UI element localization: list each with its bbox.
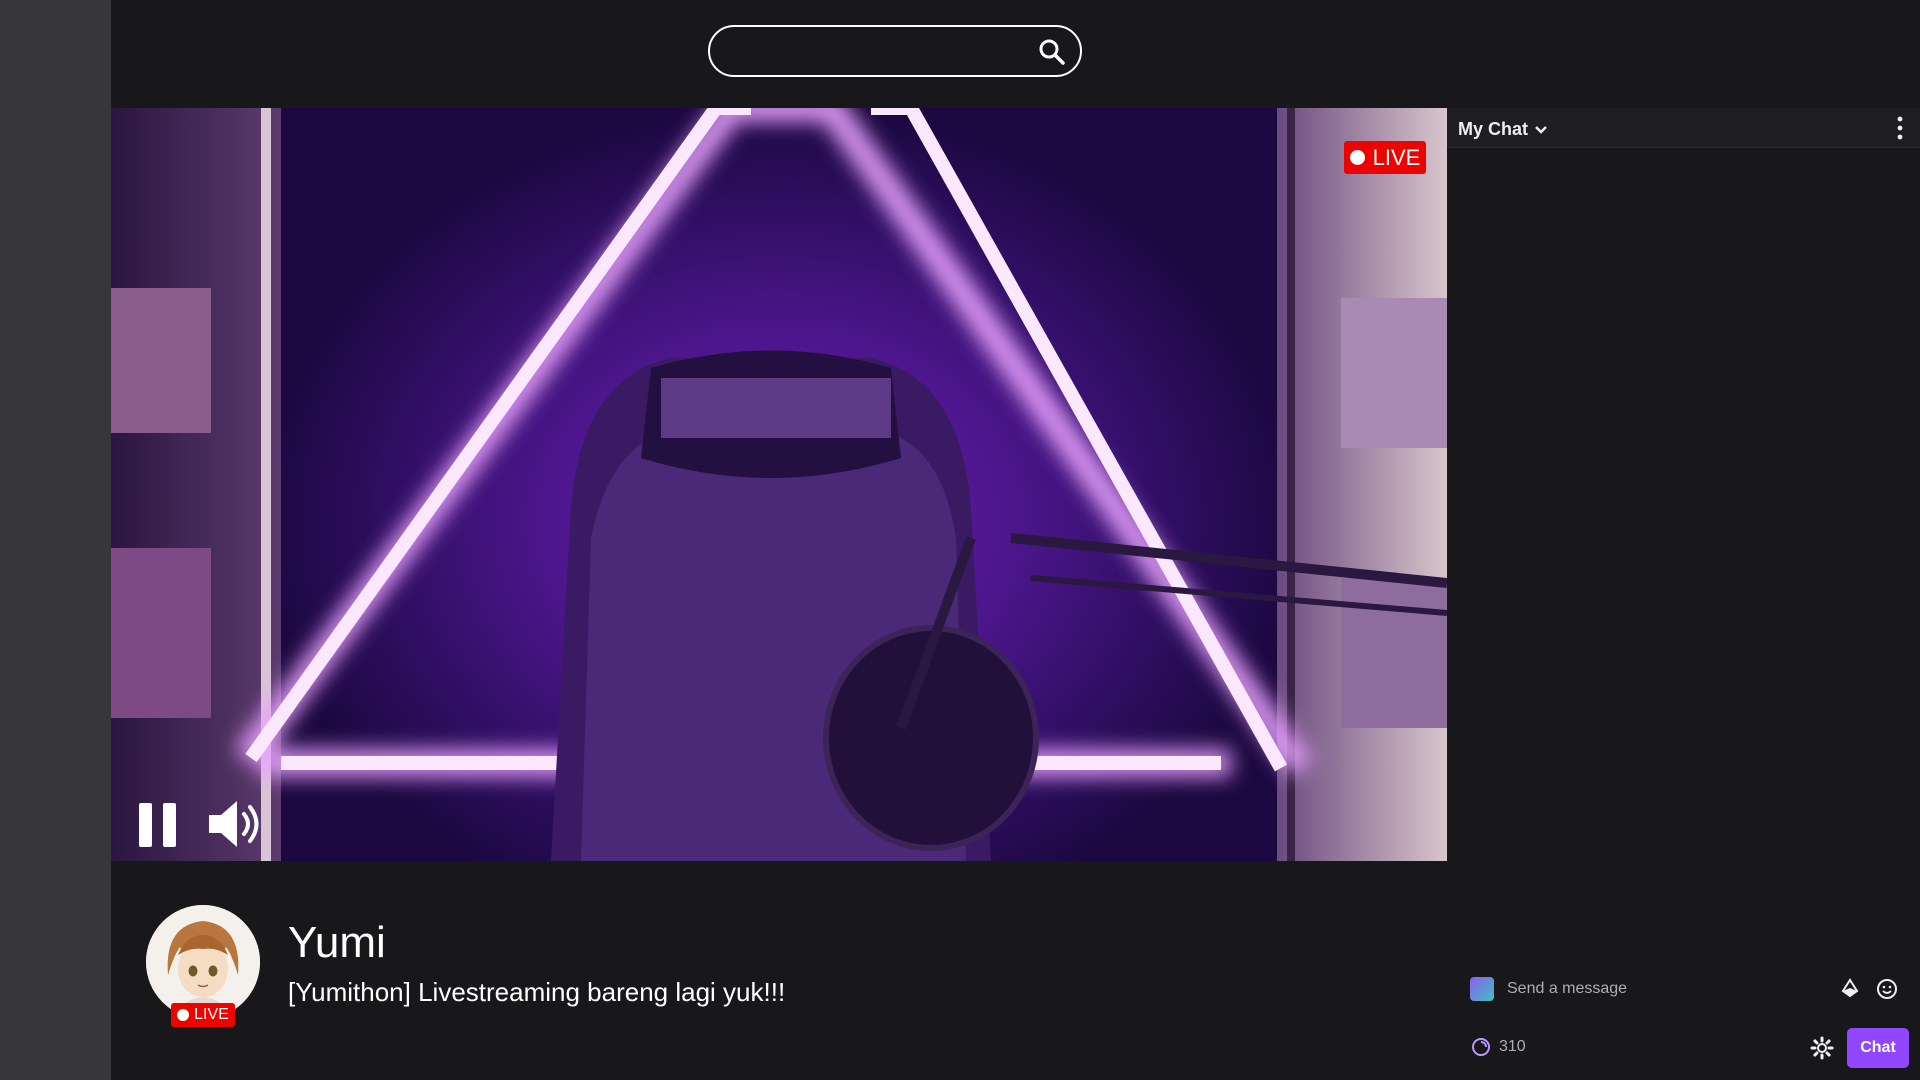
search-icon[interactable] — [1038, 38, 1066, 66]
channel-points-count: 310 — [1499, 1038, 1526, 1055]
streamer-info: LIVE Yumi [Yumithon] Livestreaming baren… — [111, 861, 1447, 1080]
video-player[interactable]: LIVE — [111, 108, 1447, 861]
volume-icon[interactable] — [207, 798, 267, 850]
video-frame — [111, 108, 1447, 861]
bits-icon[interactable] — [1840, 978, 1860, 998]
live-label: LIVE — [1372, 144, 1421, 170]
more-options-icon[interactable] — [1896, 116, 1904, 140]
emoji-icon[interactable] — [1876, 978, 1898, 1000]
chat-input-box[interactable]: Send a message — [1459, 966, 1908, 1010]
chat-header: My Chat — [1447, 108, 1920, 148]
live-dot-icon — [1349, 150, 1365, 165]
top-bar — [111, 0, 1920, 108]
chat-title: My Chat — [1458, 119, 1529, 139]
search-bar[interactable] — [708, 25, 1082, 77]
avatar[interactable] — [146, 905, 260, 1019]
live-dot-icon — [177, 1009, 190, 1021]
chat-send-button[interactable]: Chat — [1847, 1028, 1909, 1068]
channel-points[interactable]: 310 — [1471, 1037, 1526, 1057]
badge-icon[interactable] — [1470, 977, 1494, 1001]
channel-points-icon — [1472, 1038, 1490, 1056]
stream-title: [Yumithon] Livestreaming bareng lagi yuk… — [288, 977, 786, 1007]
search-input[interactable] — [730, 35, 1034, 69]
chevron-down-icon — [1535, 125, 1547, 134]
avatar-live-badge: LIVE — [171, 1003, 235, 1027]
chat-input-placeholder[interactable]: Send a message — [1507, 980, 1627, 998]
chat-title-dropdown[interactable]: My Chat — [1458, 119, 1548, 140]
avatar-image — [146, 905, 260, 1019]
avatar-live-label: LIVE — [194, 1006, 229, 1023]
chat-panel: My Chat Send a message 310 Chat — [1447, 108, 1920, 1080]
gear-icon[interactable] — [1810, 1036, 1834, 1060]
live-badge: LIVE — [1344, 141, 1426, 174]
pause-icon[interactable] — [139, 800, 179, 850]
streamer-name[interactable]: Yumi — [288, 918, 386, 968]
left-sidebar — [0, 0, 111, 1080]
